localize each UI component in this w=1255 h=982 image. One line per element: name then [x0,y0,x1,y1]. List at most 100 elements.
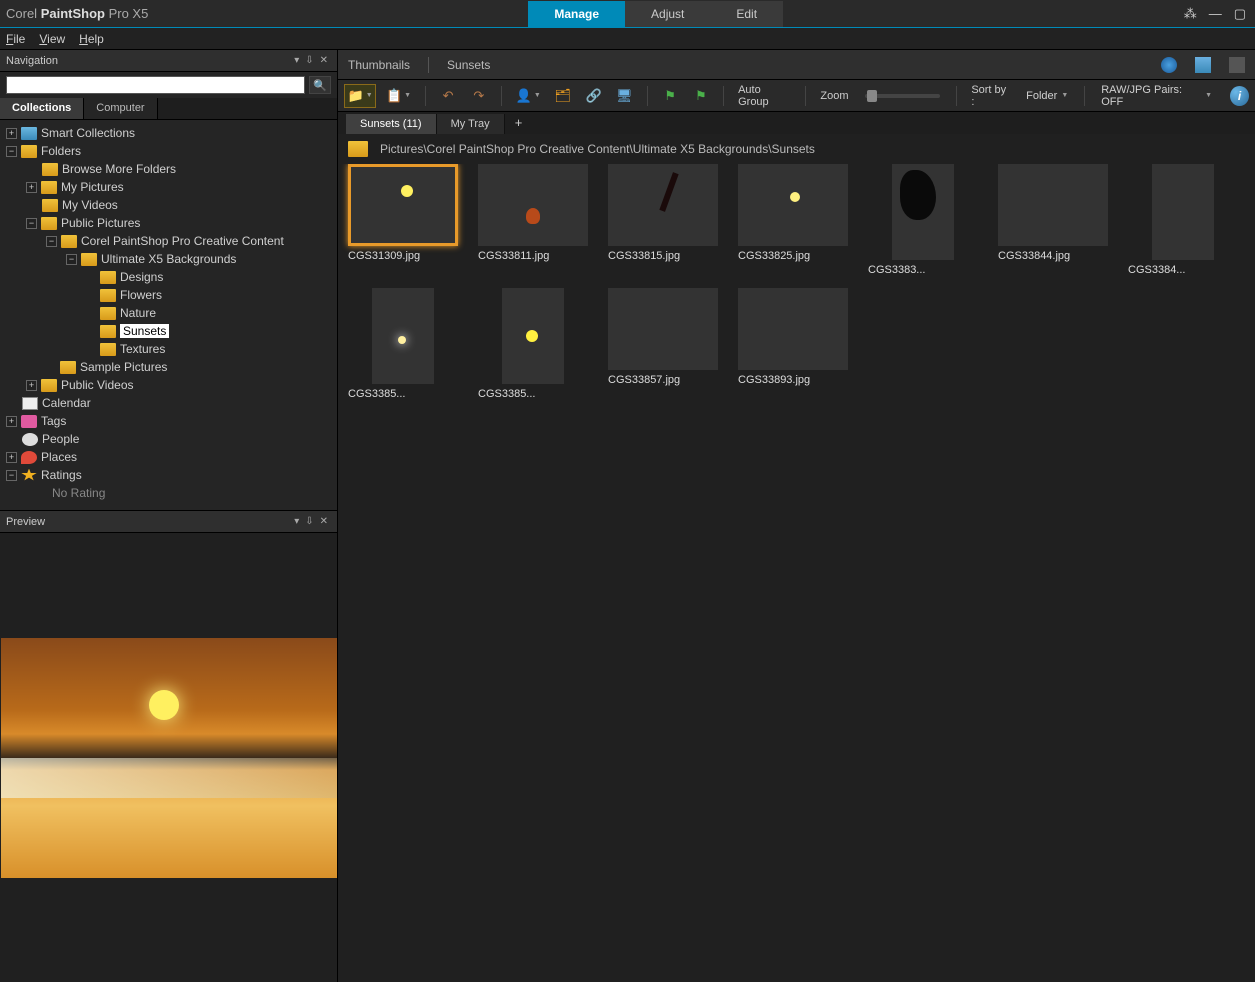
maximize-icon[interactable]: ▢ [1231,6,1249,22]
tree-psp-content[interactable]: −Corel PaintShop Pro Creative Content [2,232,335,250]
tab-edit[interactable]: Edit [710,1,783,27]
auto-group-button[interactable]: Auto Group [734,84,795,108]
menu-view[interactable]: View [39,32,65,46]
tree-browse-more[interactable]: Browse More Folders [2,160,335,178]
tree-smart-collections[interactable]: +Smart Collections [2,124,335,142]
thumbnail-caption: CGS33825.jpg [738,250,848,262]
sort-dropdown[interactable]: Folder▼ [1020,90,1074,102]
content-panel: Thumbnails Sunsets 📁▼ 📋▼ ↶ ↷ 👤▼ 🗂 🔗 🖥 ⚑ … [338,50,1255,982]
panel-pin-icon[interactable]: ⇩ [302,516,316,527]
thumbnail-item[interactable]: CGS33893.jpg [738,288,848,400]
thumbnail-item[interactable]: CGS33815.jpg [608,164,718,276]
panel-menu-icon[interactable]: ▾ [291,55,302,66]
tree-public-pictures[interactable]: −Public Pictures [2,214,335,232]
flag-next-button[interactable]: ⚑ [688,84,713,108]
breadcrumb: Thumbnails Sunsets [338,50,1255,80]
panel-menu-icon[interactable]: ▾ [291,516,302,527]
location-button[interactable]: 🗂 [550,84,575,108]
folder-icon [60,361,76,374]
grid-view-icon[interactable] [1229,57,1245,73]
folder-icon [41,181,57,194]
slideshow-button[interactable]: 🖥 [612,84,637,108]
folder-icon [100,343,116,356]
tree-my-videos[interactable]: My Videos [2,196,335,214]
tree-sunsets[interactable]: Sunsets [2,322,335,340]
add-tray-button[interactable]: + [505,111,533,134]
thumbnail-item[interactable]: CGS31309.jpg [348,164,458,276]
thumbnail-image [1152,164,1214,260]
tab-collections[interactable]: Collections [0,98,84,119]
image-view-icon[interactable] [1195,57,1211,73]
preview-panel-header: Preview ▾ ⇩ ✕ [0,511,337,533]
breadcrumb-sunsets[interactable]: Sunsets [447,58,490,72]
thumbnail-caption: CGS3385... [478,388,588,400]
search-row: 🔍 [0,72,337,98]
sort-by-label: Sort by : [967,84,1014,108]
tree-my-pictures[interactable]: +My Pictures [2,178,335,196]
panel-pin-icon[interactable]: ⇩ [302,55,316,66]
tree-designs[interactable]: Designs [2,268,335,286]
folder-icon [21,145,37,158]
thumbnail-image [738,288,848,370]
title-bar: Corel PaintShop Pro X5 Manage Adjust Edi… [0,0,1255,28]
thumbnail-item[interactable]: CGS3383... [868,164,978,276]
folder-icon [100,271,116,284]
thumbnail-item[interactable]: CGS3385... [348,288,458,400]
share-button[interactable]: 🔗 [581,84,606,108]
left-panel: Navigation ▾ ⇩ ✕ 🔍 Collections Computer … [0,50,338,982]
tree-people[interactable]: People [2,430,335,448]
thumbnail-caption: CGS33857.jpg [608,374,718,386]
tab-manage[interactable]: Manage [528,1,625,27]
thumbnail-item[interactable]: CGS33825.jpg [738,164,848,276]
thumbnail-grid: CGS31309.jpgCGS33811.jpg CGS33815.jpg CGS3… [338,164,1255,982]
people-tag-button[interactable]: 👤▼ [512,84,544,108]
thumbnail-item[interactable]: CGS33811.jpg [478,164,588,276]
thumbnail-item[interactable]: CGS33844.jpg [998,164,1108,276]
tree-no-rating[interactable]: No Rating [2,484,335,502]
menu-help[interactable]: Help [79,32,104,46]
preview-panel: Preview ▾ ⇩ ✕ [0,510,337,982]
thumbnail-image [348,164,458,246]
tree-folders[interactable]: −Folders [2,142,335,160]
tab-adjust[interactable]: Adjust [625,1,710,27]
thumbnail-image [892,164,954,260]
search-input[interactable] [6,76,305,94]
panel-close-icon[interactable]: ✕ [317,55,331,66]
thumbnail-item[interactable]: CGS33857.jpg [608,288,718,400]
panel-close-icon[interactable]: ✕ [317,516,331,527]
tray-tab-sunsets[interactable]: Sunsets (11) [346,114,437,134]
breadcrumb-thumbnails[interactable]: Thumbnails [348,58,410,72]
minimize-icon[interactable]: — [1206,6,1225,22]
help-icon[interactable]: ⁂ [1181,6,1200,22]
map-view-icon[interactable] [1161,57,1177,73]
tray-tab-mytray[interactable]: My Tray [437,114,505,134]
tree-textures[interactable]: Textures [2,340,335,358]
thumbnail-caption: CGS33844.jpg [998,250,1108,262]
tree-sample-pictures[interactable]: Sample Pictures [2,358,335,376]
tree-places[interactable]: +Places [2,448,335,466]
import-button[interactable]: 📁▼ [344,84,376,108]
tree-public-videos[interactable]: +Public Videos [2,376,335,394]
menu-file[interactable]: File [6,32,25,46]
view-mode-button[interactable]: 📋▼ [382,84,414,108]
rotate-left-button[interactable]: ↶ [436,84,461,108]
info-button[interactable]: i [1230,86,1249,106]
raw-jpg-dropdown[interactable]: RAW/JPG Pairs: OFF▼ [1095,84,1218,108]
thumbnail-item[interactable]: CGS3384... [1128,164,1238,276]
tree-ratings[interactable]: −Ratings [2,466,335,484]
zoom-slider[interactable] [865,94,941,98]
tree-flowers[interactable]: Flowers [2,286,335,304]
calendar-icon [22,397,38,410]
flag-prev-button[interactable]: ⚑ [658,84,683,108]
tree-tags[interactable]: +Tags [2,412,335,430]
search-button[interactable]: 🔍 [309,76,331,94]
tab-computer[interactable]: Computer [84,98,157,119]
folder-icon [42,199,58,212]
thumbnail-item[interactable]: CGS3385... [478,288,588,400]
tree-ultimate-bg[interactable]: −Ultimate X5 Backgrounds [2,250,335,268]
rotate-right-button[interactable]: ↷ [466,84,491,108]
tree-nature[interactable]: Nature [2,304,335,322]
tree-calendar[interactable]: Calendar [2,394,335,412]
thumbnail-caption: CGS33815.jpg [608,250,718,262]
zoom-label: Zoom [816,90,852,102]
